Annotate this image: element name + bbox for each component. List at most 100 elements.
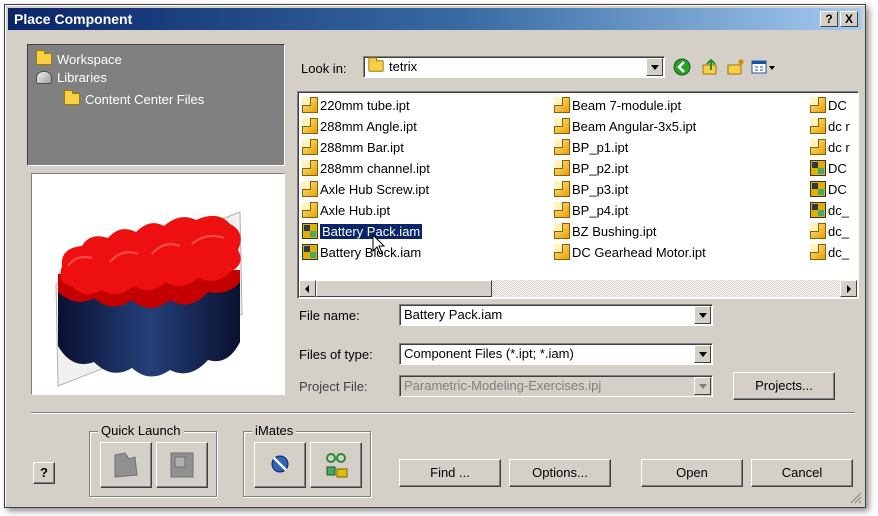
list-item[interactable]: BZ Bushing.ipt — [554, 221, 706, 242]
list-item-selected[interactable]: Battery Pack.iam — [302, 221, 430, 242]
list-item[interactable]: DC — [810, 95, 850, 116]
part-file-icon — [810, 244, 826, 260]
imate-interactive-button[interactable] — [310, 442, 362, 488]
battery-pack-preview-image — [55, 211, 243, 387]
libraries-icon — [36, 71, 52, 84]
list-item[interactable]: dc r — [810, 116, 850, 137]
part-file-icon — [810, 223, 826, 239]
list-item[interactable]: dc_ — [810, 221, 850, 242]
list-item[interactable]: DC — [810, 158, 850, 179]
part-file-icon — [302, 181, 318, 197]
part-file-icon — [554, 223, 570, 239]
find-button[interactable]: Find ... — [399, 459, 501, 487]
location-content-center[interactable]: Content Center Files — [64, 90, 205, 109]
location-label: Content Center Files — [85, 92, 205, 107]
new-folder-icon[interactable] — [727, 58, 745, 76]
list-item[interactable]: Beam Angular-3x5.ipt — [554, 116, 706, 137]
list-item[interactable]: 220mm tube.ipt — [302, 95, 430, 116]
component-preview — [31, 173, 285, 395]
filename-field[interactable]: Battery Pack.iam — [399, 304, 713, 326]
part-file-icon — [810, 118, 826, 134]
list-item[interactable]: dc_ — [810, 200, 850, 221]
list-item[interactable]: Battery Block.iam — [302, 234, 430, 263]
filetype-label: Files of type: — [299, 347, 373, 362]
list-item[interactable]: BP_p1.ipt — [554, 137, 706, 158]
location-libraries[interactable]: Libraries — [36, 69, 107, 87]
no-imate-icon — [271, 455, 289, 473]
list-item[interactable]: BP_p2.ipt — [554, 158, 706, 179]
view-menu-icon[interactable] — [751, 58, 777, 76]
divider — [31, 412, 855, 414]
part-file-icon — [302, 118, 318, 134]
part-file-icon — [810, 97, 826, 113]
list-item[interactable]: 288mm channel.ipt — [302, 158, 430, 179]
list-item[interactable]: 288mm Angle.ipt — [302, 116, 430, 137]
filetype-dropdown[interactable]: Component Files (*.ipt; *.iam) — [399, 343, 713, 365]
help-title-button[interactable]: ? — [820, 11, 838, 27]
assembly-file-icon — [302, 223, 318, 239]
folder-icon — [36, 50, 52, 65]
chevron-down-icon[interactable] — [694, 306, 711, 324]
part-file-icon — [554, 181, 570, 197]
list-item[interactable]: Beam 7-module.ipt — [554, 95, 706, 116]
list-item[interactable]: 288mm Bar.ipt — [302, 137, 430, 158]
quick-launch-title: Quick Launch — [98, 423, 184, 438]
chevron-down-icon[interactable] — [646, 58, 663, 76]
file-column: DC dc r dc r DC DC dc_ dc_ dc_ — [810, 95, 850, 263]
imate-use-button[interactable] — [254, 442, 306, 488]
part-file-icon — [810, 139, 826, 155]
list-item[interactable]: BP_p3.ipt — [554, 179, 706, 200]
file-column: 220mm tube.ipt 288mm Angle.ipt 288mm Bar… — [302, 95, 430, 263]
place-component-dialog: Place Component ? X Workspace Libraries … — [4, 4, 866, 508]
part-file-icon — [554, 97, 570, 113]
folder-icon — [368, 57, 384, 72]
list-item[interactable]: dc_ — [810, 242, 850, 263]
imates-group: iMates — [243, 423, 371, 497]
imate-icon — [326, 453, 348, 478]
cancel-button[interactable]: Cancel — [751, 459, 853, 487]
scroll-right-icon[interactable] — [840, 280, 857, 297]
resize-grip-icon[interactable] — [850, 492, 862, 504]
chevron-down-icon[interactable] — [694, 345, 711, 363]
list-item[interactable]: DC Gearhead Motor.ipt — [554, 242, 706, 263]
horizontal-scrollbar[interactable] — [299, 280, 857, 297]
part-file-icon — [554, 139, 570, 155]
list-item[interactable]: DC — [810, 179, 850, 200]
part-file-icon — [554, 160, 570, 176]
location-workspace[interactable]: Workspace — [36, 50, 122, 69]
filename-value: Battery Pack.iam — [404, 307, 503, 322]
projects-button[interactable]: Projects... — [733, 372, 835, 400]
lookin-dropdown[interactable]: tetrix — [363, 56, 665, 78]
file-column: Beam 7-module.ipt Beam Angular-3x5.ipt B… — [554, 95, 706, 263]
list-item[interactable]: BP_p4.ipt — [554, 200, 706, 221]
quick-launch-group: Quick Launch — [89, 423, 217, 497]
recent-assemblies-icon — [170, 452, 194, 478]
close-button[interactable]: X — [840, 11, 858, 27]
chevron-down-icon — [694, 377, 711, 395]
filetype-value: Component Files (*.ipt; *.iam) — [404, 346, 574, 361]
location-label: Libraries — [57, 70, 107, 85]
file-list[interactable]: 220mm tube.ipt 288mm Angle.ipt 288mm Bar… — [297, 91, 859, 299]
part-file-icon — [554, 202, 570, 218]
lookin-label: Look in: — [301, 61, 347, 76]
list-item[interactable]: Axle Hub Screw.ipt — [302, 179, 430, 200]
quick-launch-button-1[interactable] — [100, 442, 152, 488]
open-button[interactable]: Open — [641, 459, 743, 487]
up-folder-icon[interactable] — [701, 58, 719, 76]
assembly-file-icon — [810, 160, 826, 176]
scroll-thumb[interactable] — [316, 280, 492, 297]
part-file-icon — [302, 97, 318, 113]
list-item[interactable]: dc r — [810, 137, 850, 158]
list-item[interactable]: Axle Hub.ipt — [302, 200, 430, 221]
help-button[interactable]: ? — [33, 462, 55, 484]
imates-title: iMates — [252, 423, 297, 438]
folder-icon — [64, 90, 80, 105]
back-icon[interactable] — [673, 58, 691, 76]
filename-label: File name: — [299, 308, 360, 323]
scroll-left-icon[interactable] — [299, 280, 316, 297]
mouse-cursor-icon — [372, 234, 386, 255]
part-file-icon — [554, 118, 570, 134]
title-bar: Place Component ? X — [8, 8, 862, 30]
quick-launch-button-2[interactable] — [156, 442, 208, 488]
options-button[interactable]: Options... — [509, 459, 611, 487]
